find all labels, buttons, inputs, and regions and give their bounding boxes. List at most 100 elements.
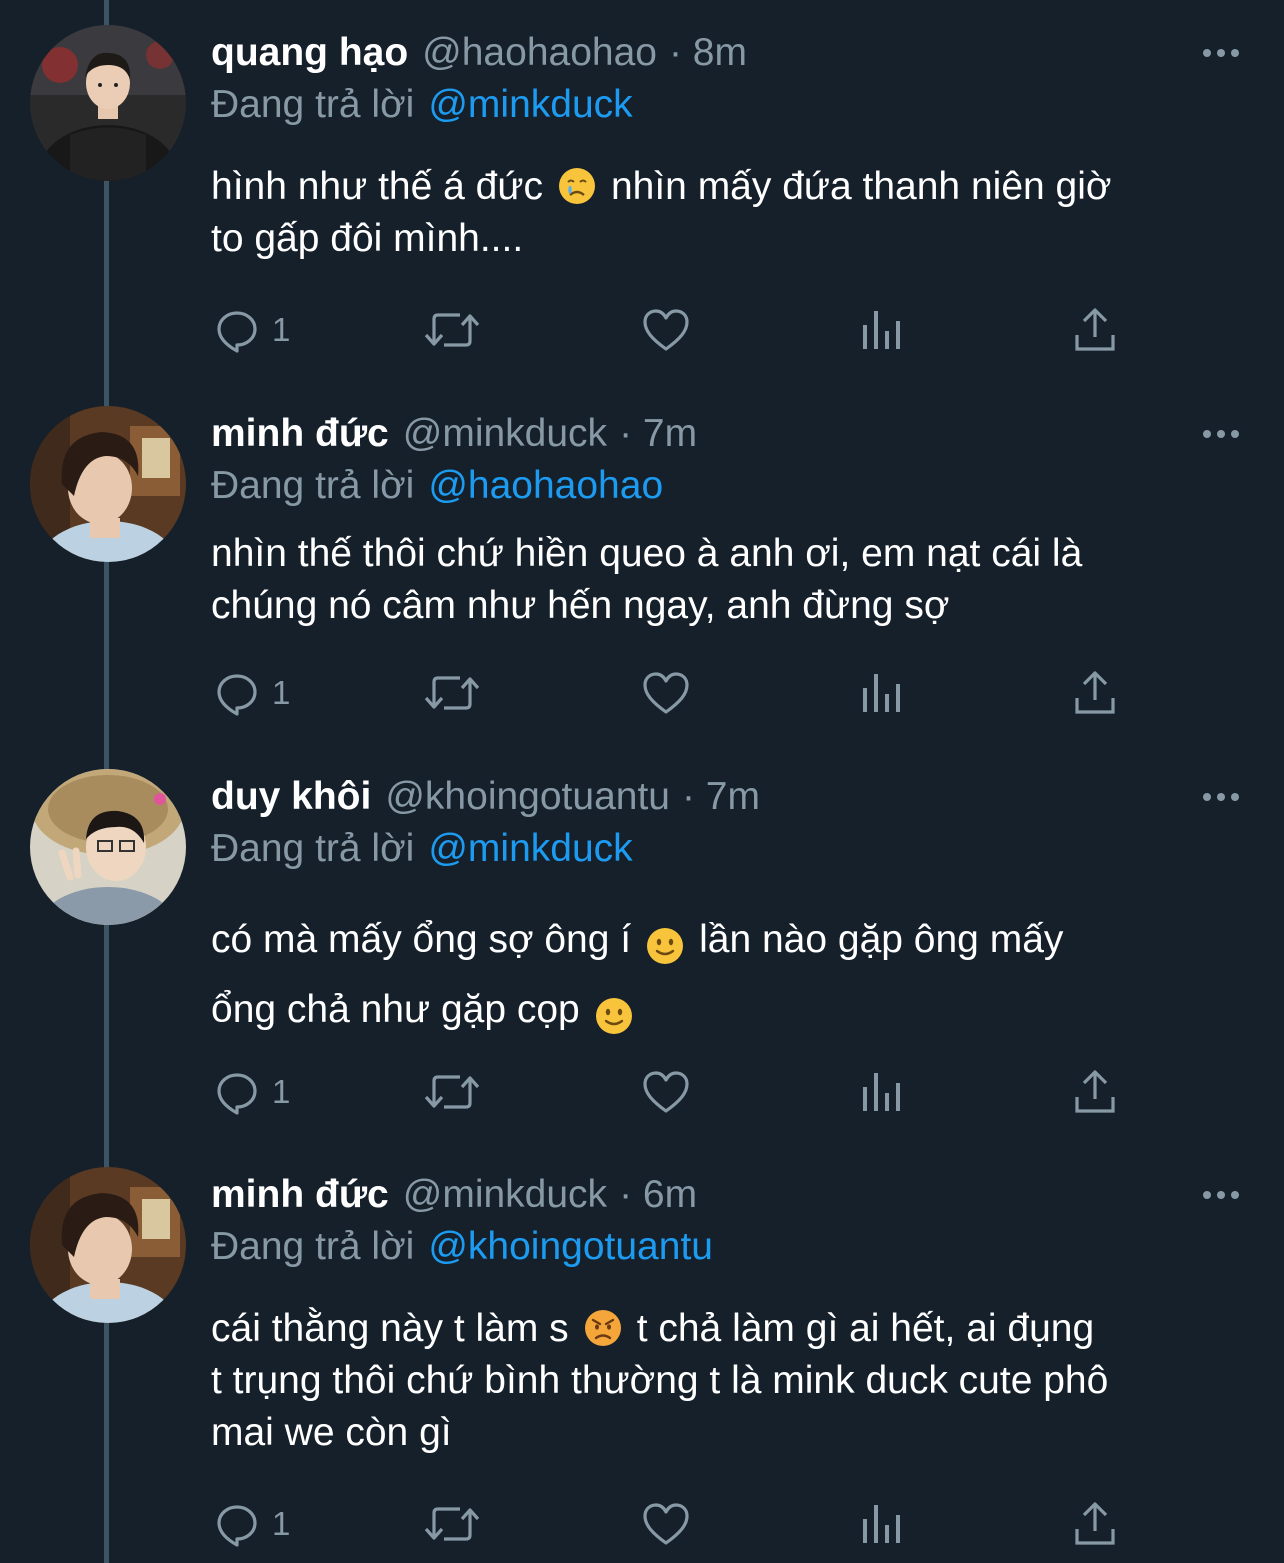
angry-face-icon bbox=[583, 1308, 623, 1348]
reply-icon bbox=[217, 1505, 257, 1547]
timestamp[interactable]: · 7m bbox=[619, 412, 697, 456]
text-segment: cái thằng này t làm s bbox=[211, 1307, 569, 1350]
avatar[interactable] bbox=[30, 1167, 186, 1323]
reply-button[interactable]: 1 bbox=[214, 663, 290, 723]
display-name[interactable]: minh đức bbox=[211, 1173, 389, 1217]
tweet-text: nhìn thế thôi chứ hiền queo à anh ơi, em… bbox=[211, 528, 1251, 632]
share-button[interactable] bbox=[1074, 1062, 1116, 1122]
reply-count: 1 bbox=[272, 674, 291, 711]
retweet-button[interactable] bbox=[424, 1494, 480, 1554]
text-segment: hình như thế á đức bbox=[211, 165, 543, 208]
slightly-smiling-face-icon bbox=[645, 919, 685, 964]
text-line: chúng nó câm như hến ngay, anh đừng sợ bbox=[211, 584, 950, 627]
retweet-button[interactable] bbox=[424, 1062, 480, 1122]
tweet-text: cái thằng này t làm s t chả làm gì ai hết… bbox=[211, 1303, 1271, 1459]
retweet-icon bbox=[424, 313, 480, 347]
display-name[interactable]: minh đức bbox=[211, 412, 389, 456]
tweet-header: quang hạo @haohaohao · 8m bbox=[211, 25, 747, 81]
analytics-button[interactable] bbox=[860, 300, 902, 360]
analytics-icon bbox=[863, 1073, 900, 1111]
share-button[interactable] bbox=[1074, 663, 1116, 723]
text-segment: nhìn mấy đứa thanh niên giờ bbox=[610, 165, 1112, 208]
reply-prefix: Đang trả lời bbox=[211, 83, 415, 126]
more-options-icon[interactable] bbox=[1200, 1175, 1242, 1215]
replying-to: Đang trả lời @haohaohao bbox=[211, 460, 663, 512]
more-options-icon[interactable] bbox=[1200, 414, 1242, 454]
reply-mention[interactable]: @khoingotuantu bbox=[428, 1225, 713, 1269]
analytics-button[interactable] bbox=[860, 1494, 902, 1554]
slightly-smiling-face-icon bbox=[594, 989, 634, 1034]
action-bar: 1 bbox=[0, 300, 1284, 360]
like-button[interactable] bbox=[642, 1494, 690, 1554]
text-line: to gấp đôi mình.... bbox=[211, 217, 524, 260]
text-line: mai we còn gì bbox=[211, 1411, 452, 1454]
handle[interactable]: @minkduck bbox=[403, 412, 607, 456]
text-segment: ổng chả như gặp cọp bbox=[211, 988, 580, 1031]
display-name[interactable]: duy khôi bbox=[211, 775, 371, 819]
avatar[interactable] bbox=[30, 406, 186, 562]
like-button[interactable] bbox=[642, 663, 690, 723]
timestamp[interactable]: · 6m bbox=[619, 1173, 697, 1217]
reply-button[interactable]: 1 bbox=[214, 1062, 290, 1122]
timestamp[interactable]: · 7m bbox=[682, 775, 760, 819]
share-button[interactable] bbox=[1074, 1494, 1116, 1554]
tweet-header: minh đức @minkduck · 6m bbox=[211, 1167, 697, 1223]
tweet-header: duy khôi @khoingotuantu · 7m bbox=[211, 769, 760, 825]
reply-icon bbox=[217, 311, 257, 353]
more-options-icon[interactable] bbox=[1200, 33, 1242, 73]
reply-count: 1 bbox=[272, 1505, 291, 1542]
action-bar: 1 bbox=[0, 1062, 1284, 1122]
analytics-icon bbox=[863, 674, 900, 712]
heart-icon bbox=[643, 1503, 689, 1545]
handle[interactable]: @minkduck bbox=[403, 1173, 607, 1217]
reply-mention[interactable]: @haohaohao bbox=[428, 464, 663, 508]
heart-icon bbox=[643, 309, 689, 351]
reply-count: 1 bbox=[272, 311, 291, 348]
reply-icon bbox=[217, 1073, 257, 1115]
reply-prefix: Đang trả lời bbox=[211, 1225, 415, 1268]
retweet-icon bbox=[424, 676, 480, 710]
handle[interactable]: @haohaohao bbox=[422, 31, 657, 75]
handle[interactable]: @khoingotuantu bbox=[385, 775, 670, 819]
timestamp[interactable]: · 8m bbox=[669, 31, 747, 75]
reply-button[interactable]: 1 bbox=[214, 300, 290, 360]
action-bar: 1 bbox=[0, 1494, 1284, 1554]
replying-to: Đang trả lời @minkduck bbox=[211, 823, 633, 875]
share-icon bbox=[1075, 1070, 1115, 1113]
replying-to: Đang trả lời @minkduck bbox=[211, 79, 633, 131]
like-button[interactable] bbox=[642, 300, 690, 360]
reply-icon bbox=[217, 674, 257, 716]
text-line: nhìn thế thôi chứ hiền queo à anh ơi, em… bbox=[211, 532, 1083, 575]
tweet-header: minh đức @minkduck · 7m bbox=[211, 406, 697, 462]
tweet-text: hình như thế á đức nhìn mấy đứa thanh niê… bbox=[211, 161, 1251, 265]
text-segment: có mà mấy ổng sợ ông í bbox=[211, 918, 632, 961]
retweet-icon bbox=[424, 1075, 480, 1109]
reply-prefix: Đang trả lời bbox=[211, 464, 415, 507]
reply-prefix: Đang trả lời bbox=[211, 827, 415, 870]
reply-mention[interactable]: @minkduck bbox=[428, 827, 632, 871]
text-segment: lần nào gặp ông mấy bbox=[699, 918, 1064, 961]
like-button[interactable] bbox=[642, 1062, 690, 1122]
reply-button[interactable]: 1 bbox=[214, 1494, 290, 1554]
avatar[interactable] bbox=[30, 769, 186, 925]
reply-count: 1 bbox=[272, 1073, 291, 1110]
retweet-icon bbox=[424, 1507, 480, 1541]
more-options-icon[interactable] bbox=[1200, 777, 1242, 817]
analytics-icon bbox=[863, 311, 900, 349]
replying-to: Đang trả lời @khoingotuantu bbox=[211, 1221, 713, 1273]
retweet-button[interactable] bbox=[424, 300, 480, 360]
crying-face-icon bbox=[557, 166, 597, 206]
analytics-button[interactable] bbox=[860, 663, 902, 723]
share-button[interactable] bbox=[1074, 300, 1116, 360]
retweet-button[interactable] bbox=[424, 663, 480, 723]
share-icon bbox=[1075, 1502, 1115, 1545]
text-segment: t chả làm gì ai hết, ai đụng bbox=[636, 1307, 1095, 1350]
heart-icon bbox=[643, 672, 689, 714]
heart-icon bbox=[643, 1071, 689, 1113]
analytics-button[interactable] bbox=[860, 1062, 902, 1122]
reply-mention[interactable]: @minkduck bbox=[428, 83, 632, 127]
display-name[interactable]: quang hạo bbox=[211, 31, 408, 75]
analytics-icon bbox=[863, 1505, 900, 1543]
avatar[interactable] bbox=[30, 25, 186, 181]
share-icon bbox=[1075, 308, 1115, 351]
